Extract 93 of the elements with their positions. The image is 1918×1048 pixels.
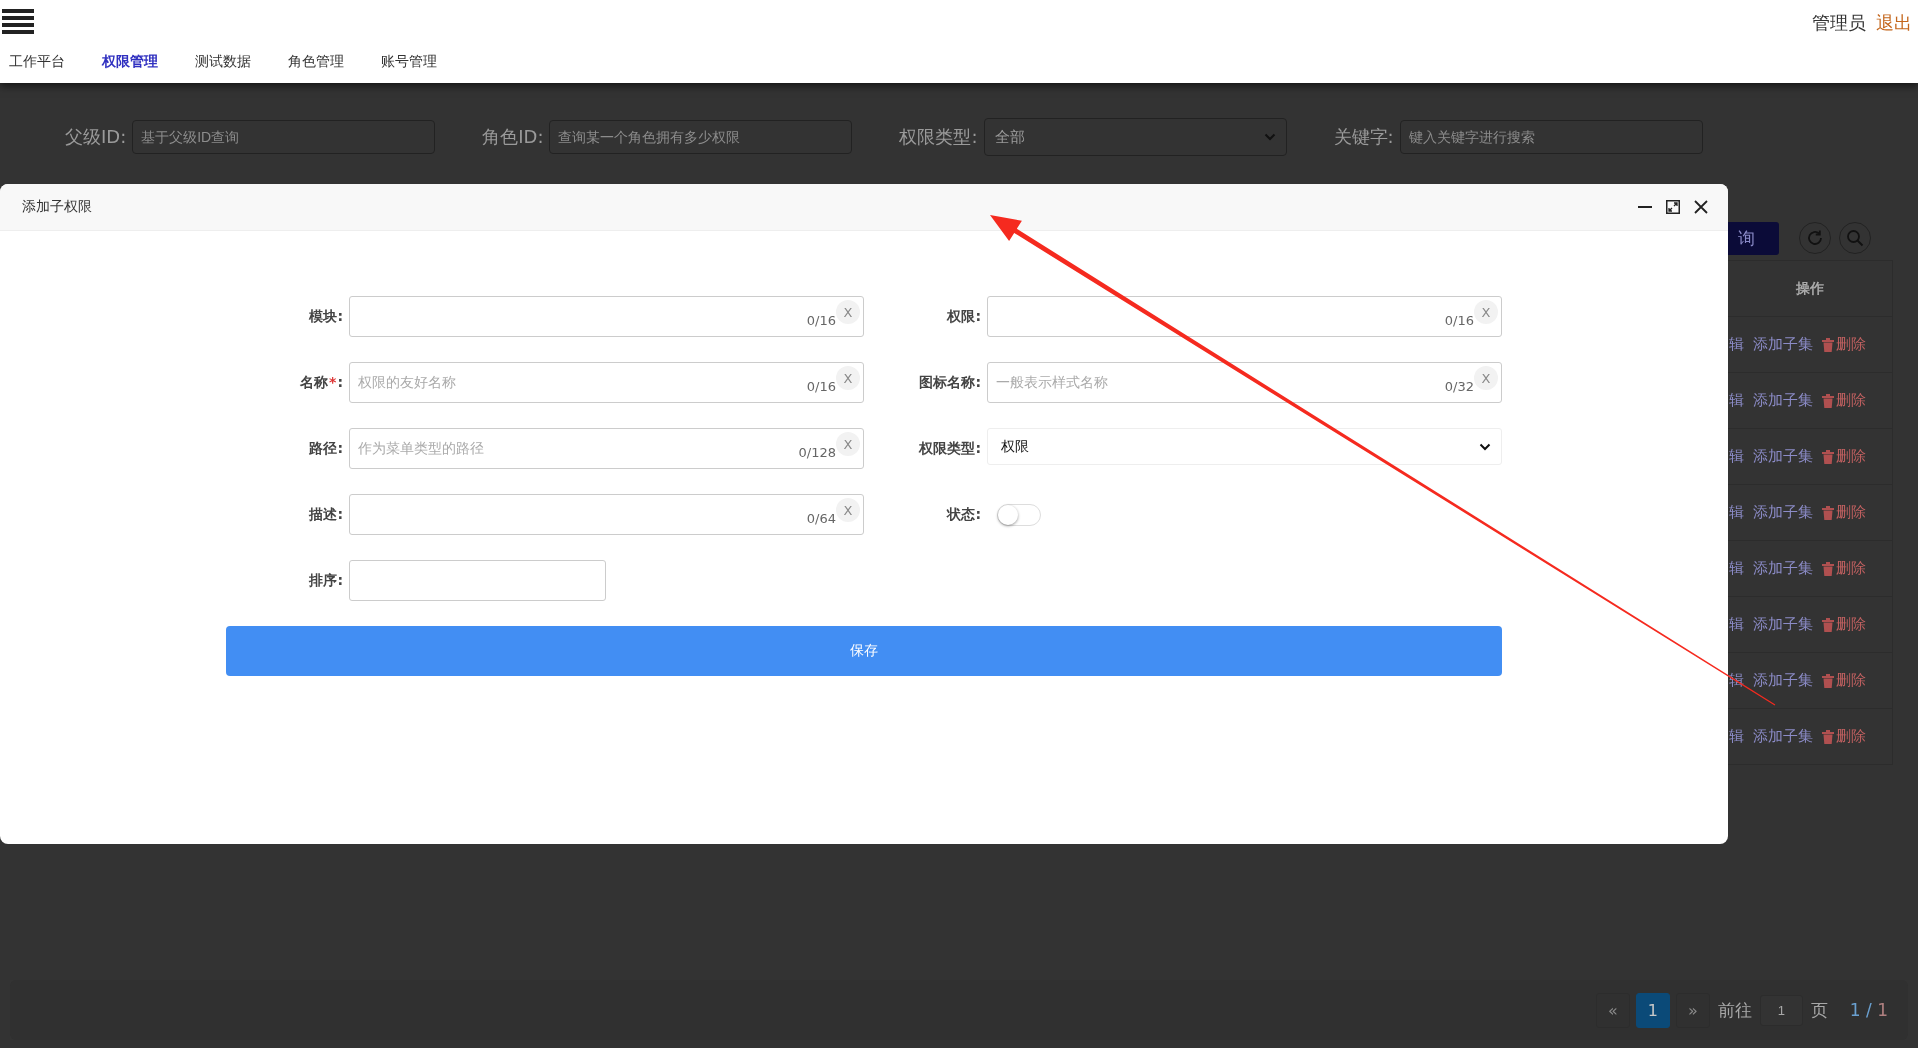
input-field[interactable]: 权限的友好名称 0/16 X <box>349 362 864 403</box>
filter-label: 角色ID: <box>482 125 544 149</box>
edit-link[interactable]: 辑 <box>1729 503 1744 522</box>
input-field[interactable]: 0/16 X <box>987 296 1502 337</box>
search-icon <box>1846 229 1864 247</box>
filter-label: 父级ID: <box>65 125 127 149</box>
trash-icon <box>1822 673 1834 688</box>
clear-button[interactable]: X <box>836 300 860 324</box>
field-label: 模块: <box>308 307 344 326</box>
add-child-link[interactable]: 添加子集 <box>1753 559 1813 578</box>
delete-link[interactable]: 删除 <box>1822 391 1866 410</box>
next-page-button[interactable]: » <box>1675 992 1710 1028</box>
clear-button[interactable]: X <box>836 366 860 390</box>
trash-icon <box>1822 561 1834 576</box>
delete-link[interactable]: 删除 <box>1822 671 1866 690</box>
type-dropdown[interactable]: 全部 <box>983 118 1287 156</box>
previous-page-button[interactable]: « <box>1595 992 1630 1028</box>
nav-tab[interactable]: 权限管理 <box>102 53 159 71</box>
trash-icon <box>1822 449 1834 464</box>
edit-link[interactable]: 辑 <box>1729 391 1744 410</box>
page-number-field[interactable]: 1 <box>1759 994 1803 1026</box>
refresh-icon <box>1806 229 1824 247</box>
nav-tab[interactable]: 工作平台 <box>9 53 66 71</box>
maximize-icon[interactable] <box>1666 200 1680 214</box>
field-label: 状态: <box>945 505 982 524</box>
clear-button[interactable]: X <box>1474 300 1498 324</box>
add-child-link[interactable]: 添加子集 <box>1753 727 1813 746</box>
character-counter: 0/64 <box>806 511 836 526</box>
page-unit-label: 页 <box>1810 998 1828 1022</box>
trash-icon <box>1822 505 1834 520</box>
field-label: 描述: <box>308 505 344 524</box>
character-counter: 0/16 <box>1444 313 1474 328</box>
goto-label: 前往 <box>1717 998 1752 1022</box>
field-label: 权限类型: <box>918 439 982 458</box>
field-label: 权限: <box>946 307 982 326</box>
input-field[interactable]: 作为菜单类型的路径 0/128 X <box>349 428 864 469</box>
trash-icon <box>1822 729 1834 744</box>
clear-button[interactable]: X <box>1474 366 1498 390</box>
character-counter: 0/16 <box>806 379 836 394</box>
character-counter: 0/128 <box>798 445 836 460</box>
search-field[interactable]: 基于父级ID查询 <box>132 120 436 154</box>
add-child-link[interactable]: 添加子集 <box>1753 615 1813 634</box>
clear-button[interactable]: X <box>836 432 860 456</box>
trash-icon <box>1822 617 1834 632</box>
input-field[interactable] <box>349 560 606 601</box>
nav-tab[interactable]: 账号管理 <box>381 53 438 71</box>
input-field[interactable]: 0/16 X <box>349 296 864 337</box>
delete-link[interactable]: 删除 <box>1822 447 1866 466</box>
chevron-down-icon <box>1263 133 1276 141</box>
add-child-link[interactable]: 添加子集 <box>1753 447 1813 466</box>
delete-link[interactable]: 删除 <box>1822 335 1866 354</box>
nav-tab[interactable]: 角色管理 <box>288 53 345 71</box>
edit-link[interactable]: 辑 <box>1729 615 1744 634</box>
menu-icon[interactable] <box>2 9 34 35</box>
character-counter: 0/16 <box>806 313 836 328</box>
page-count: 1 / 1 <box>1849 1000 1888 1020</box>
close-icon[interactable] <box>1694 200 1708 214</box>
clear-button[interactable]: X <box>836 498 860 522</box>
logout-link[interactable]: 退出 <box>1876 11 1912 35</box>
user-name: 管理员 <box>1812 11 1866 35</box>
column-header: 操作 <box>1795 279 1824 298</box>
input-field[interactable]: 一般表示样式名称 0/32 X <box>987 362 1502 403</box>
nav-tab[interactable]: 测试数据 <box>195 53 252 71</box>
input-field[interactable]: 0/64 X <box>349 494 864 535</box>
chevron-down-icon <box>1479 442 1491 451</box>
filter-label: 关键字: <box>1333 125 1394 149</box>
trash-icon <box>1822 393 1834 408</box>
toggle-switch[interactable] <box>997 503 1041 526</box>
page-button[interactable]: 1 <box>1635 992 1670 1028</box>
field-label: 名称*: <box>299 373 344 392</box>
character-counter: 0/32 <box>1444 379 1474 394</box>
delete-link[interactable]: 删除 <box>1822 615 1866 634</box>
save-button[interactable]: 保存 <box>226 626 1502 676</box>
edit-link[interactable]: 辑 <box>1729 727 1744 746</box>
field-label: 排序: <box>308 571 344 590</box>
type-dropdown[interactable]: 权限 <box>987 428 1502 465</box>
edit-link[interactable]: 辑 <box>1729 447 1744 466</box>
field-label: 图标名称: <box>918 373 982 392</box>
edit-link[interactable]: 辑 <box>1729 335 1744 354</box>
add-child-link[interactable]: 添加子集 <box>1753 391 1813 410</box>
field-label: 路径: <box>308 439 344 458</box>
search-field[interactable]: 键入关键字进行搜索 <box>1399 120 1703 154</box>
delete-link[interactable]: 删除 <box>1822 559 1866 578</box>
add-child-link[interactable]: 添加子集 <box>1753 335 1813 354</box>
trash-icon <box>1822 337 1834 352</box>
delete-link[interactable]: 删除 <box>1822 503 1866 522</box>
search-field[interactable]: 查询某一个角色拥有多少权限 <box>549 120 853 154</box>
edit-link[interactable]: 辑 <box>1729 559 1744 578</box>
delete-link[interactable]: 删除 <box>1822 727 1866 746</box>
filter-label: 权限类型: <box>899 125 978 149</box>
add-child-link[interactable]: 添加子集 <box>1753 503 1813 522</box>
add-child-link[interactable]: 添加子集 <box>1753 671 1813 690</box>
dialog-title: 添加子权限 <box>22 198 92 216</box>
